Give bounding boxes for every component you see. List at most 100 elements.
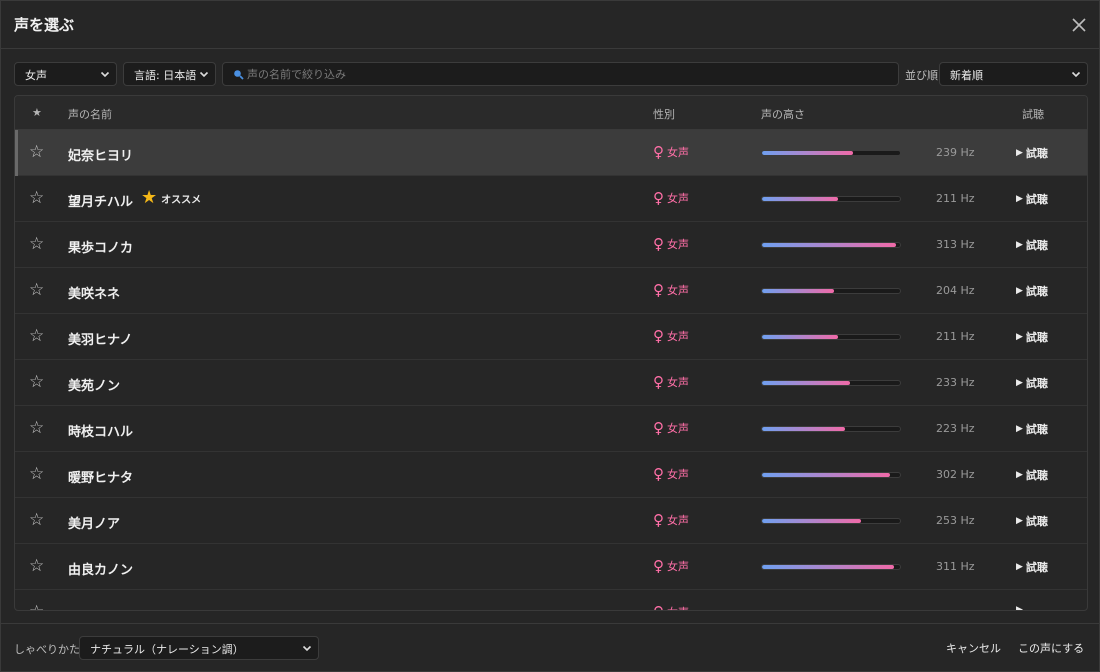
voice-name: 美羽ヒナノ bbox=[68, 333, 133, 348]
female-icon: ♀ bbox=[653, 189, 664, 207]
close-icon[interactable] bbox=[1069, 15, 1089, 35]
female-icon: ♀ bbox=[653, 465, 664, 483]
gender-label: 女声 bbox=[667, 284, 689, 297]
chevron-down-icon bbox=[100, 69, 110, 82]
preview-button[interactable]: ▶ 試聴 bbox=[1016, 467, 1048, 483]
gender-cell: ♀女声 bbox=[653, 420, 689, 436]
pitch-hz: 223 Hz bbox=[936, 422, 975, 435]
confirm-button[interactable]: この声にする bbox=[1018, 640, 1084, 656]
female-icon: ♀ bbox=[653, 143, 664, 161]
voice-row[interactable]: ☆ 果歩コノカ ♀ 女声 313 Hz ▶ 試聴 bbox=[15, 222, 1087, 268]
favorite-star-icon[interactable]: ☆ bbox=[29, 464, 44, 484]
gender-cell: ♀女声 bbox=[653, 190, 689, 206]
preview-button[interactable]: ▶ bbox=[1016, 605, 1026, 610]
voice-row[interactable]: ☆ 妃奈ヒヨリ ♀ 女声 239 Hz ▶ 試聴 bbox=[15, 130, 1087, 176]
voice-table: ★ 声の名前 性別 声の高さ 試聴 ☆ 妃奈ヒヨリ ♀ 女声 239 Hz ▶ 試聴 ☆ 望月チ… bbox=[14, 95, 1088, 611]
gender-select[interactable]: 女声 bbox=[14, 62, 117, 86]
preview-button[interactable]: ▶ 試聴 bbox=[1016, 513, 1048, 529]
speaking-style-label: しゃべりかた bbox=[14, 643, 80, 656]
preview-column-header: 試聴 bbox=[1022, 108, 1044, 121]
play-icon: ▶ bbox=[1016, 424, 1023, 434]
favorite-column-header[interactable]: ★ bbox=[32, 106, 42, 119]
preview-button[interactable]: ▶ 試聴 bbox=[1016, 191, 1048, 207]
pitch-hz: 302 Hz bbox=[936, 468, 975, 481]
sort-select-value: 新着順 bbox=[950, 69, 983, 82]
pitch-bar-fill bbox=[762, 427, 845, 431]
gender-column-header[interactable]: 性別 bbox=[653, 106, 675, 122]
search-input[interactable] bbox=[247, 65, 887, 83]
female-icon: ♀ bbox=[653, 327, 664, 345]
play-icon: ▶ bbox=[1016, 240, 1023, 250]
preview-button[interactable]: ▶ 試聴 bbox=[1016, 421, 1048, 437]
language-select[interactable]: 言語: 日本語 bbox=[123, 62, 216, 86]
play-icon: ▶ bbox=[1016, 378, 1023, 388]
chevron-down-icon bbox=[302, 643, 312, 656]
voice-row[interactable]: ☆ 美咲ネネ ♀ 女声 204 Hz ▶ 試聴 bbox=[15, 268, 1087, 314]
pitch-hz: 211 Hz bbox=[936, 330, 975, 343]
favorite-star-icon[interactable]: ☆ bbox=[29, 372, 44, 392]
dialog-header: 声を選ぶ bbox=[1, 1, 1099, 49]
favorite-star-icon[interactable]: ☆ bbox=[29, 556, 44, 576]
preview-button[interactable]: ▶ 試聴 bbox=[1016, 375, 1048, 391]
favorite-star-icon[interactable]: ☆ bbox=[29, 280, 44, 300]
pitch-bar bbox=[761, 334, 901, 340]
preview-label: 試聴 bbox=[1025, 561, 1048, 574]
favorite-star-icon[interactable]: ☆ bbox=[29, 418, 44, 438]
pitch-bar bbox=[761, 380, 901, 386]
favorite-star-icon[interactable]: ☆ bbox=[29, 234, 44, 254]
female-icon: ♀ bbox=[653, 604, 664, 610]
voice-row[interactable]: ☆ 望月チハル ★ オススメ ♀ 女声 211 Hz ▶ 試聴 bbox=[15, 176, 1087, 222]
play-icon: ▶ bbox=[1016, 516, 1023, 526]
gender-cell: ♀女声 bbox=[653, 374, 689, 390]
preview-button[interactable]: ▶ 試聴 bbox=[1016, 145, 1048, 161]
preview-button[interactable]: ▶ 試聴 bbox=[1016, 329, 1048, 345]
female-icon: ♀ bbox=[653, 373, 664, 391]
speaking-style-select[interactable]: ナチュラル（ナレーション調） bbox=[79, 636, 319, 660]
favorite-star-icon[interactable]: ☆ bbox=[29, 326, 44, 346]
pitch-hz: 313 Hz bbox=[936, 238, 975, 251]
chevron-down-icon bbox=[1071, 69, 1081, 82]
favorite-star-icon[interactable]: ☆ bbox=[29, 142, 44, 162]
name-column-header[interactable]: 声の名前 bbox=[68, 106, 112, 122]
preview-label: 試聴 bbox=[1025, 377, 1048, 390]
preview-button[interactable]: ▶ 試聴 bbox=[1016, 237, 1048, 253]
voice-row[interactable]: ☆ 暖野ヒナタ ♀ 女声 302 Hz ▶ 試聴 bbox=[15, 452, 1087, 498]
gender-cell: ♀女声 bbox=[653, 604, 689, 610]
voice-row[interactable]: ☆ 美羽ヒナノ ♀ 女声 211 Hz ▶ 試聴 bbox=[15, 314, 1087, 360]
gender-label: 女声 bbox=[667, 238, 689, 251]
voice-row[interactable]: ☆ ♀女声 ▶ bbox=[15, 590, 1087, 610]
pitch-hz: 253 Hz bbox=[936, 514, 975, 527]
pitch-column-header[interactable]: 声の高さ bbox=[761, 106, 805, 122]
preview-button[interactable]: ▶ 試聴 bbox=[1016, 559, 1048, 575]
voice-row[interactable]: ☆ 由良カノン ♀ 女声 311 Hz ▶ 試聴 bbox=[15, 544, 1087, 590]
pitch-bar-fill bbox=[762, 473, 890, 477]
gender-select-value: 女声 bbox=[25, 69, 47, 82]
sort-select[interactable]: 新着順 bbox=[939, 62, 1088, 86]
recommend-label: オススメ bbox=[161, 194, 202, 206]
pitch-hz: 211 Hz bbox=[936, 192, 975, 205]
gender-cell: ♀女声 bbox=[653, 282, 689, 298]
preview-label: 試聴 bbox=[1025, 331, 1048, 344]
favorite-star-icon[interactable]: ☆ bbox=[29, 188, 44, 208]
voice-row[interactable]: ☆ 美月ノア ♀ 女声 253 Hz ▶ 試聴 bbox=[15, 498, 1087, 544]
play-icon: ▶ bbox=[1016, 562, 1023, 572]
female-icon: ♀ bbox=[653, 235, 664, 253]
gender-cell: ♀女声 bbox=[653, 466, 689, 482]
play-icon: ▶ bbox=[1016, 194, 1023, 204]
gender-label: 女声 bbox=[667, 330, 689, 343]
gender-label: 女声 bbox=[667, 146, 689, 159]
cancel-button[interactable]: キャンセル bbox=[946, 640, 1001, 656]
pitch-bar bbox=[761, 426, 901, 432]
favorite-star-icon[interactable]: ☆ bbox=[29, 602, 44, 610]
dialog-footer: しゃべりかた ナチュラル（ナレーション調） キャンセル この声にする bbox=[1, 623, 1099, 671]
favorite-star-icon[interactable]: ☆ bbox=[29, 510, 44, 530]
voice-row[interactable]: ☆ 美苑ノン ♀ 女声 233 Hz ▶ 試聴 bbox=[15, 360, 1087, 406]
chevron-down-icon bbox=[199, 69, 209, 82]
preview-button[interactable]: ▶ 試聴 bbox=[1016, 283, 1048, 299]
pitch-bar bbox=[761, 242, 901, 248]
pitch-hz: 204 Hz bbox=[936, 284, 975, 297]
pitch-hz: 233 Hz bbox=[936, 376, 975, 389]
search-field[interactable] bbox=[222, 62, 899, 86]
voice-row[interactable]: ☆ 時枝コハル ♀ 女声 223 Hz ▶ 試聴 bbox=[15, 406, 1087, 452]
pitch-bar-fill bbox=[762, 197, 838, 201]
